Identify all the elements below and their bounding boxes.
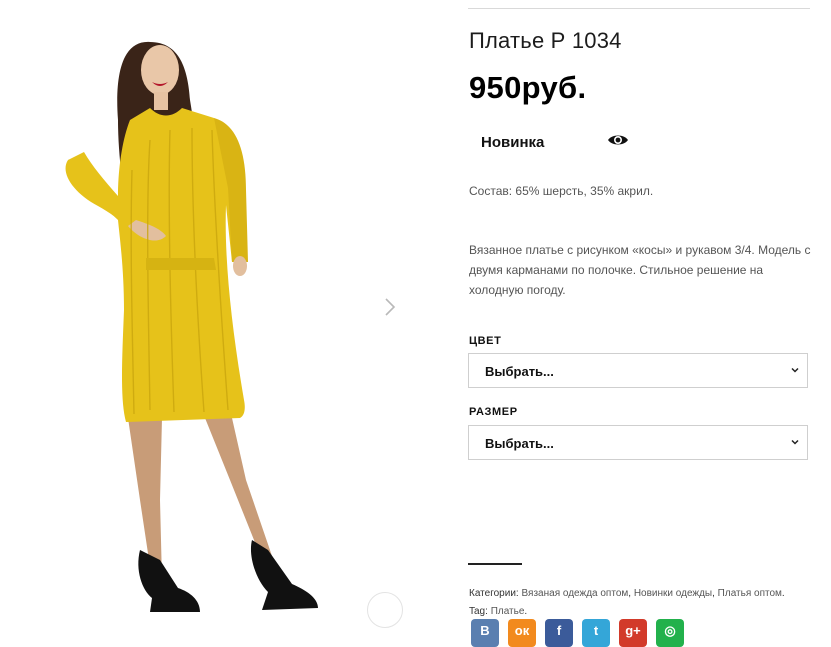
size-label: РАЗМЕР [469, 406, 518, 418]
product-tags: Tag: Платье. [469, 606, 527, 617]
odnoklassniki-icon: ок [514, 623, 530, 638]
separator: . [781, 588, 785, 599]
new-badge: Новинка [481, 134, 545, 151]
product-composition: Состав: 65% шерсть, 35% акрил. [469, 184, 654, 198]
chevron-right-icon[interactable] [383, 296, 397, 318]
separator: , [712, 588, 715, 599]
size-select[interactable]: Выбрать... [468, 425, 808, 460]
product-photo [65, 41, 318, 612]
separator: . [524, 606, 528, 617]
product-description: Вязанное платье с рисунком «косы» и рука… [469, 243, 811, 297]
divider [468, 563, 522, 565]
google-plus-share-button[interactable]: g+ [619, 619, 647, 647]
category-link[interactable]: Новинки одежды [634, 588, 712, 599]
separator: , [628, 588, 632, 599]
facebook-icon: f [556, 623, 562, 638]
size-select-value: Выбрать... [485, 436, 554, 451]
product-gallery [0, 0, 422, 637]
chevron-down-icon [791, 367, 799, 373]
google-plus-icon: g+ [625, 623, 641, 638]
color-label: ЦВЕТ [469, 335, 502, 347]
divider [468, 8, 810, 9]
category-link[interactable]: Платья оптом [718, 588, 782, 599]
color-select[interactable]: Выбрать... [468, 353, 808, 388]
twitter-icon: t [593, 623, 599, 638]
odnoklassniki-share-button[interactable]: ок [508, 619, 536, 647]
product-categories: Категории: Вязаная одежда оптом, Новинки… [469, 588, 785, 599]
categories-label: Категории: [469, 588, 519, 599]
share-buttons: B ок f t g+ ◎ [471, 619, 684, 647]
zoom-icon[interactable] [367, 592, 403, 628]
category-link[interactable]: Вязаная одежда оптом [521, 588, 628, 599]
twitter-share-button[interactable]: t [582, 619, 610, 647]
odnoklassniki-green-share-button[interactable]: ◎ [656, 619, 684, 647]
tag-link[interactable]: Платье [491, 606, 525, 617]
vk-share-button[interactable]: B [471, 619, 499, 647]
product-title: Платье Р 1034 [469, 28, 622, 53]
chevron-down-icon [791, 439, 799, 445]
product-summary: Платье Р 1034 950руб. Новинка Состав: 65… [468, 0, 811, 647]
eye-icon[interactable] [607, 132, 629, 148]
facebook-share-button[interactable]: f [545, 619, 573, 647]
vk-icon: B [480, 623, 490, 638]
tag-label: Tag: [469, 606, 488, 617]
color-select-value: Выбрать... [485, 364, 554, 379]
product-price: 950руб. [469, 70, 587, 105]
